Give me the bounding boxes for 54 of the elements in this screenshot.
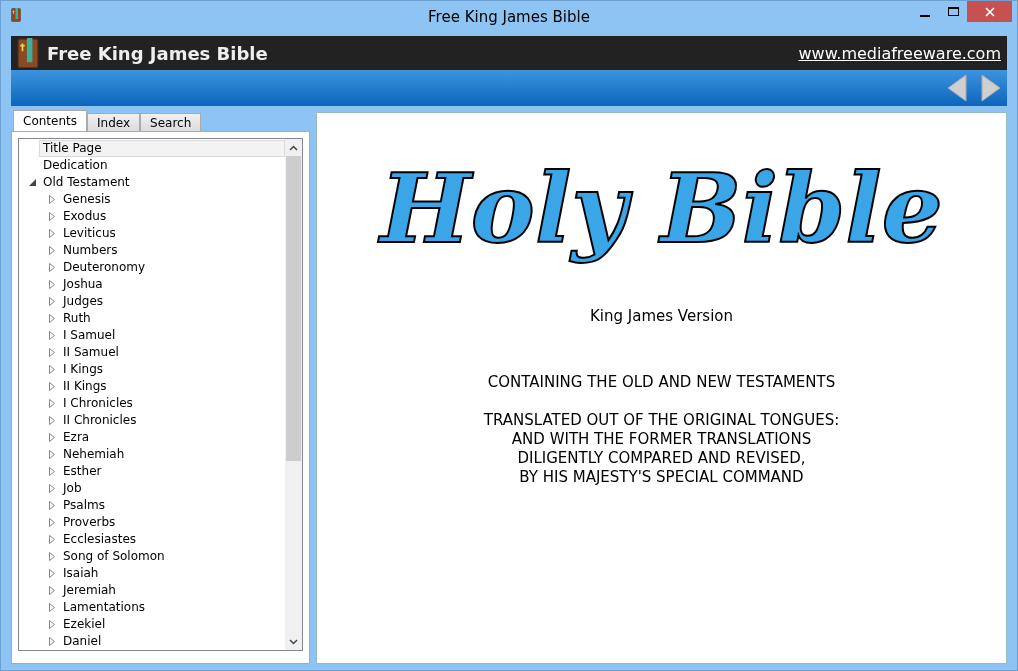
tree-item[interactable]: Isaiah xyxy=(59,565,103,582)
collapse-triangle-icon[interactable] xyxy=(28,179,36,186)
bible-book-icon xyxy=(17,37,39,69)
left-triangle-icon xyxy=(947,74,967,102)
tree-item[interactable]: I Kings xyxy=(59,361,108,378)
tree-item[interactable]: Jeremiah xyxy=(59,582,120,599)
title-page-line: AND WITH THE FORMER TRANSLATIONS xyxy=(511,430,812,449)
title-page-line: TRANSLATED OUT OF THE ORIGINAL TONGUES: xyxy=(483,411,840,430)
tree-item[interactable]: Leviticus xyxy=(59,225,120,242)
tree-item[interactable]: Exodus xyxy=(59,208,111,225)
tree-item[interactable]: Deuteronomy xyxy=(59,259,150,276)
holy-bible-logo: Holy Bible xyxy=(380,151,943,267)
title-page-line: BY HIS MAJESTY'S SPECIAL COMMAND xyxy=(519,468,804,487)
version-text: King James Version xyxy=(590,307,733,325)
tree-item[interactable]: Song of Solomon xyxy=(59,548,169,565)
tree-item[interactable]: I Samuel xyxy=(59,327,120,344)
tree-item[interactable]: Daniel xyxy=(59,633,106,650)
tree-item[interactable]: Joshua xyxy=(59,276,107,293)
window-title: Free King James Bible xyxy=(428,7,590,26)
scrollbar[interactable] xyxy=(285,139,302,650)
website-link[interactable]: www.mediafreeware.com xyxy=(798,43,1001,63)
minimize-icon xyxy=(920,14,930,17)
tree-item[interactable]: Genesis xyxy=(59,191,115,208)
tab[interactable]: Contents xyxy=(13,110,87,131)
tree-item[interactable]: Job xyxy=(59,480,86,497)
title-page-line: DILIGENTLY COMPARED AND REVISED, xyxy=(517,449,806,468)
app-title: Free King James Bible xyxy=(47,42,268,64)
tree-item[interactable]: Ezra xyxy=(59,429,94,446)
tab[interactable]: Index xyxy=(87,113,141,131)
tree-item[interactable]: Title Page xyxy=(39,140,285,157)
tree-item[interactable]: Ruth xyxy=(59,310,95,327)
close-icon xyxy=(984,6,995,17)
tree-item[interactable]: Old Testament xyxy=(39,174,134,191)
tree-item[interactable]: II Chronicles xyxy=(59,412,141,429)
tree-item[interactable]: Ecclesiastes xyxy=(59,531,141,548)
tree-item[interactable]: Nehemiah xyxy=(59,446,129,463)
tree-item[interactable]: I Chronicles xyxy=(59,395,137,412)
tree-item[interactable]: II Samuel xyxy=(59,344,123,361)
back-button[interactable] xyxy=(947,74,967,102)
tree-item[interactable]: Ezekiel xyxy=(59,616,110,633)
title-page-line: CONTAINING THE OLD AND NEW TESTAMENTS xyxy=(487,373,836,392)
tree-item[interactable]: Dedication xyxy=(39,157,112,174)
tree-item[interactable]: Numbers xyxy=(59,242,122,259)
tree-item[interactable]: Judges xyxy=(59,293,107,310)
tree-item[interactable]: Esther xyxy=(59,463,106,480)
tree-item[interactable]: Lamentations xyxy=(59,599,149,616)
maximize-icon xyxy=(947,7,959,16)
tree-item[interactable]: II Kings xyxy=(59,378,111,395)
tree-item[interactable]: Proverbs xyxy=(59,514,120,531)
tab[interactable]: Search xyxy=(140,113,202,131)
forward-button[interactable] xyxy=(981,74,1001,102)
tree-item[interactable]: Psalms xyxy=(59,497,109,514)
book-icon xyxy=(11,8,21,22)
right-triangle-icon xyxy=(981,74,1001,102)
